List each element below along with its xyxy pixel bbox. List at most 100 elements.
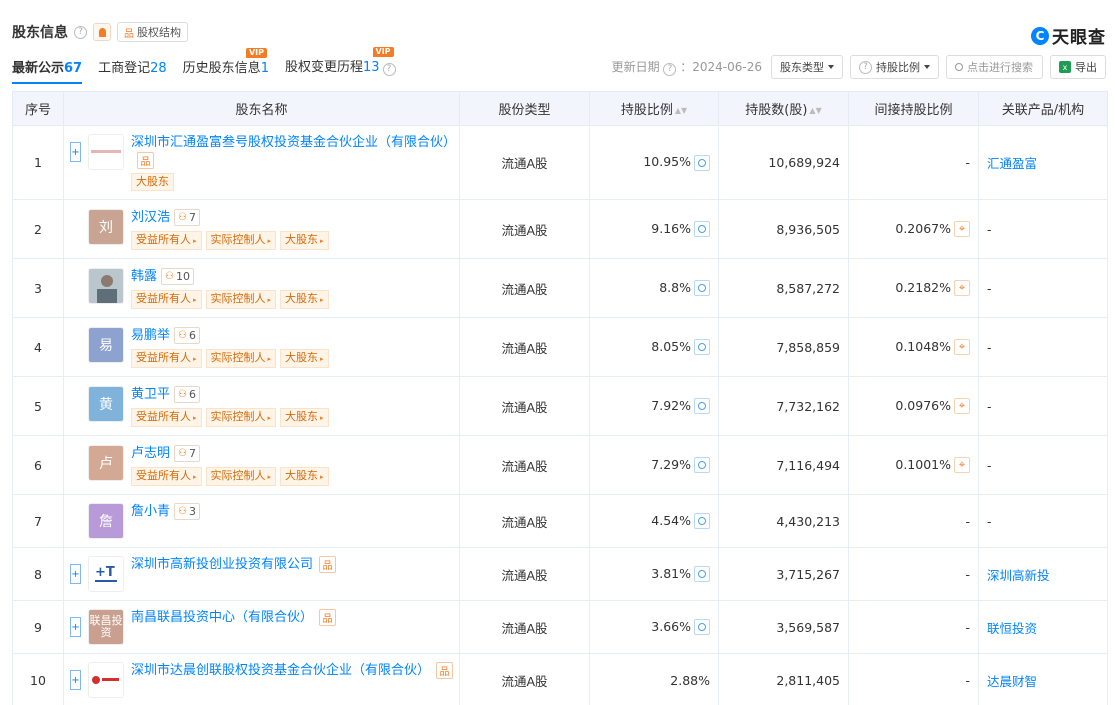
share-count: 7,858,859 — [718, 317, 849, 377]
pie-chart-icon[interactable] — [694, 339, 710, 356]
share-count: 7,732,162 — [718, 376, 849, 436]
company-logo — [88, 134, 124, 170]
role-tag[interactable]: 实际控制人 ▸ — [205, 230, 277, 250]
pie-chart-icon[interactable] — [694, 457, 710, 474]
related-product[interactable]: 联恒投资 — [978, 600, 1108, 654]
share-type: 流通A股 — [459, 199, 590, 259]
role-tag[interactable]: 大股东 ▸ — [280, 230, 329, 250]
tag-list: 受益所有人 ▸ 实际控制人 ▸ 大股东 ▸ — [131, 407, 453, 427]
indirect-ratio: 0.1048% ⌖ — [848, 317, 979, 377]
caret-right-icon: ▸ — [267, 413, 272, 422]
shareholder-name[interactable]: 深圳市汇通盈富叁号股权投资基金合伙企业（有限合伙） — [131, 135, 456, 150]
pie-chart-icon[interactable] — [694, 513, 710, 530]
share-type: 流通A股 — [459, 653, 590, 705]
related-companies-badge[interactable]: ⚇ 3 — [174, 503, 200, 520]
brand-mark-icon: C — [1031, 26, 1049, 45]
pie-chart-icon[interactable] — [694, 566, 710, 583]
org-chart-icon[interactable]: 品 — [436, 662, 454, 679]
indirect-ratio: - — [848, 547, 979, 601]
role-tag[interactable]: 受益所有人 ▸ — [131, 466, 202, 486]
pie-chart-icon[interactable] — [694, 221, 710, 238]
role-tag[interactable]: 实际控制人 ▸ — [205, 289, 277, 309]
shareholder-name[interactable]: 深圳市达晨创联股权投资基金合伙企业（有限合伙） — [131, 663, 430, 678]
shareholder-name[interactable]: 南昌联昌投资中心（有限合伙） — [131, 610, 313, 625]
col-shares[interactable]: 持股数(股) ▲▼ — [718, 91, 849, 126]
role-tag[interactable]: 实际控制人 ▸ — [205, 348, 277, 368]
shareholder-name[interactable]: 卢志明 — [131, 446, 170, 461]
tab-1[interactable]: 工商登记28 — [98, 57, 167, 76]
role-tag[interactable]: 大股东 ▸ — [280, 348, 329, 368]
search-input[interactable]: 点击进行搜索 — [946, 55, 1043, 79]
brand-logo[interactable]: C 天眼查 — [1031, 23, 1106, 48]
penetration-icon[interactable]: ⌖ — [954, 339, 970, 356]
pie-chart-icon[interactable] — [694, 154, 710, 171]
avatar: 刘 — [88, 208, 124, 245]
pie-chart-icon[interactable] — [694, 619, 710, 636]
related-companies-badge[interactable]: ⚇ 7 — [174, 208, 200, 226]
shareholder-name[interactable]: 刘汉浩 — [131, 210, 170, 225]
indirect-ratio: - — [848, 653, 979, 705]
help-icon[interactable]: ? — [74, 25, 87, 39]
role-tag[interactable]: 大股东 ▸ — [280, 289, 329, 309]
org-chart-icon[interactable]: 品 — [137, 152, 154, 169]
role-tag[interactable]: 受益所有人 ▸ — [131, 348, 202, 368]
related-companies-badge[interactable]: ⚇ 6 — [174, 326, 200, 344]
row-index: 4 — [12, 317, 64, 377]
help-icon[interactable]: ? — [382, 63, 396, 76]
related-companies-badge[interactable]: ⚇ 10 — [161, 267, 194, 285]
expand-icon[interactable]: + — [70, 617, 81, 637]
tab-3[interactable]: 股权变更历程13 VIP? — [285, 47, 396, 76]
col-ratio[interactable]: 持股比例 ▲▼ — [589, 91, 719, 126]
expand-icon[interactable]: + — [70, 670, 81, 690]
shareholder-name[interactable]: 黄卫平 — [131, 387, 170, 402]
org-chart-icon[interactable]: 品 — [319, 556, 337, 573]
shareholder-cell: + 联昌投资 南昌联昌投资中心（有限合伙） 品 — [63, 600, 460, 654]
org-chart-icon: 品 — [124, 28, 134, 40]
role-tag[interactable]: 大股东 ▸ — [280, 407, 329, 427]
caret-right-icon: ▸ — [320, 354, 324, 363]
related-companies-badge[interactable]: ⚇ 7 — [174, 444, 200, 462]
share-count: 3,569,587 — [718, 600, 849, 654]
shareholder-name[interactable]: 韩露 — [131, 269, 157, 284]
caret-right-icon: ▸ — [193, 354, 197, 363]
tab-0[interactable]: 最新公示67 — [12, 57, 83, 84]
share-count: 2,811,405 — [718, 653, 849, 705]
related-product[interactable]: 深圳高新投 — [978, 547, 1108, 601]
shareholder-name[interactable]: 深圳市高新投创业投资有限公司 — [131, 557, 313, 572]
monitor-bell-icon[interactable] — [93, 23, 111, 41]
role-tag[interactable]: 大股东 — [131, 173, 174, 191]
toolbar: 更新日期 ? ：2024-06-26 股东类型 ? 持股比例 点击进行搜索 x … — [612, 55, 1106, 79]
role-tag[interactable]: 受益所有人 ▸ — [131, 289, 202, 309]
equity-structure-button[interactable]: 品 股权结构 — [117, 22, 188, 42]
expand-icon[interactable]: + — [70, 142, 81, 162]
related-product[interactable]: 达晨财智 — [978, 653, 1108, 705]
tab-2[interactable]: 历史股东信息1 VIP — [183, 47, 269, 76]
table-row: 3+韩露⚇10受益所有人▸实际控制人▸大股东▸流通A股8.8%8,587,272… — [12, 258, 1108, 318]
help-icon[interactable]: ? — [663, 63, 677, 76]
pie-chart-icon[interactable] — [694, 280, 710, 297]
penetration-icon[interactable]: ⌖ — [954, 221, 970, 238]
org-chart-icon[interactable]: 品 — [319, 609, 337, 626]
role-tag[interactable]: 大股东 ▸ — [280, 466, 329, 486]
penetration-icon[interactable]: ⌖ — [954, 457, 970, 474]
role-tag[interactable]: 受益所有人 ▸ — [131, 230, 202, 250]
related-companies-badge[interactable]: ⚇ 6 — [174, 385, 200, 403]
person-link-icon: ⚇ — [178, 388, 187, 400]
expand-icon[interactable]: + — [70, 564, 81, 584]
role-tag[interactable]: 受益所有人 ▸ — [131, 407, 202, 427]
share-type: 流通A股 — [459, 435, 590, 495]
col-name: 股东名称 — [63, 91, 460, 126]
role-tag[interactable]: 实际控制人 ▸ — [205, 407, 277, 427]
shareholder-name[interactable]: 易鹏举 — [131, 328, 170, 343]
shareholder-name[interactable]: 詹小青 — [131, 504, 170, 519]
penetration-icon[interactable]: ⌖ — [954, 280, 970, 297]
shareholder-type-dropdown[interactable]: 股东类型 — [771, 55, 843, 79]
related-product: - — [978, 258, 1108, 318]
export-button[interactable]: x 导出 — [1050, 55, 1106, 79]
role-tag[interactable]: 实际控制人 ▸ — [205, 466, 277, 486]
penetration-icon[interactable]: ⌖ — [954, 398, 970, 415]
related-product[interactable]: 汇通盈富 — [978, 125, 1108, 200]
holding-ratio-dropdown[interactable]: ? 持股比例 — [850, 55, 939, 79]
caret-right-icon: ▸ — [320, 472, 324, 481]
pie-chart-icon[interactable] — [694, 398, 710, 415]
